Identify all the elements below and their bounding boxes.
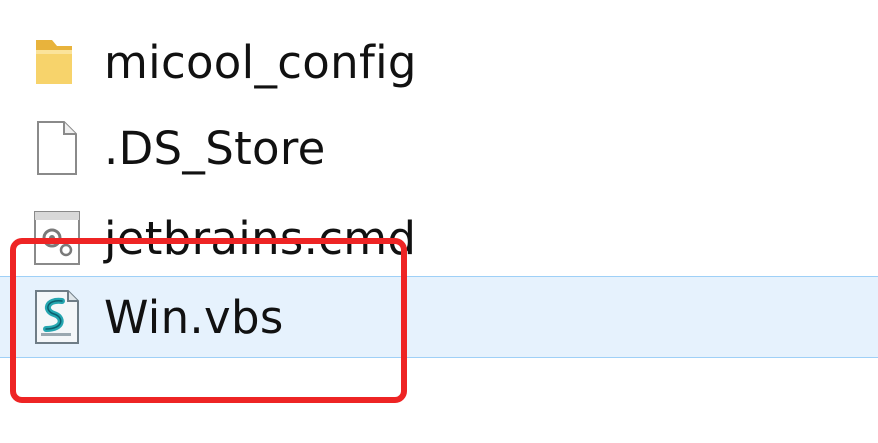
file-row-ds-store[interactable]: .DS_Store xyxy=(0,108,878,190)
folder-icon xyxy=(36,40,72,84)
file-name-label: jetbrains.cmd xyxy=(104,212,417,265)
cmd-script-icon xyxy=(34,211,80,265)
file-name-label: .DS_Store xyxy=(104,122,326,175)
file-row-win-vbs[interactable]: Win.vbs xyxy=(0,276,878,358)
file-list: micool_config .DS_Store jetbrains.cmd Wi… xyxy=(0,0,878,443)
file-row-jetbrains-cmd[interactable]: jetbrains.cmd xyxy=(0,194,878,276)
file-name-label: micool_config xyxy=(104,36,417,89)
vbs-script-icon xyxy=(35,290,79,344)
file-name-label: Win.vbs xyxy=(104,291,284,344)
blank-file-icon xyxy=(37,121,77,175)
file-row-micool-config[interactable]: micool_config xyxy=(0,22,878,104)
